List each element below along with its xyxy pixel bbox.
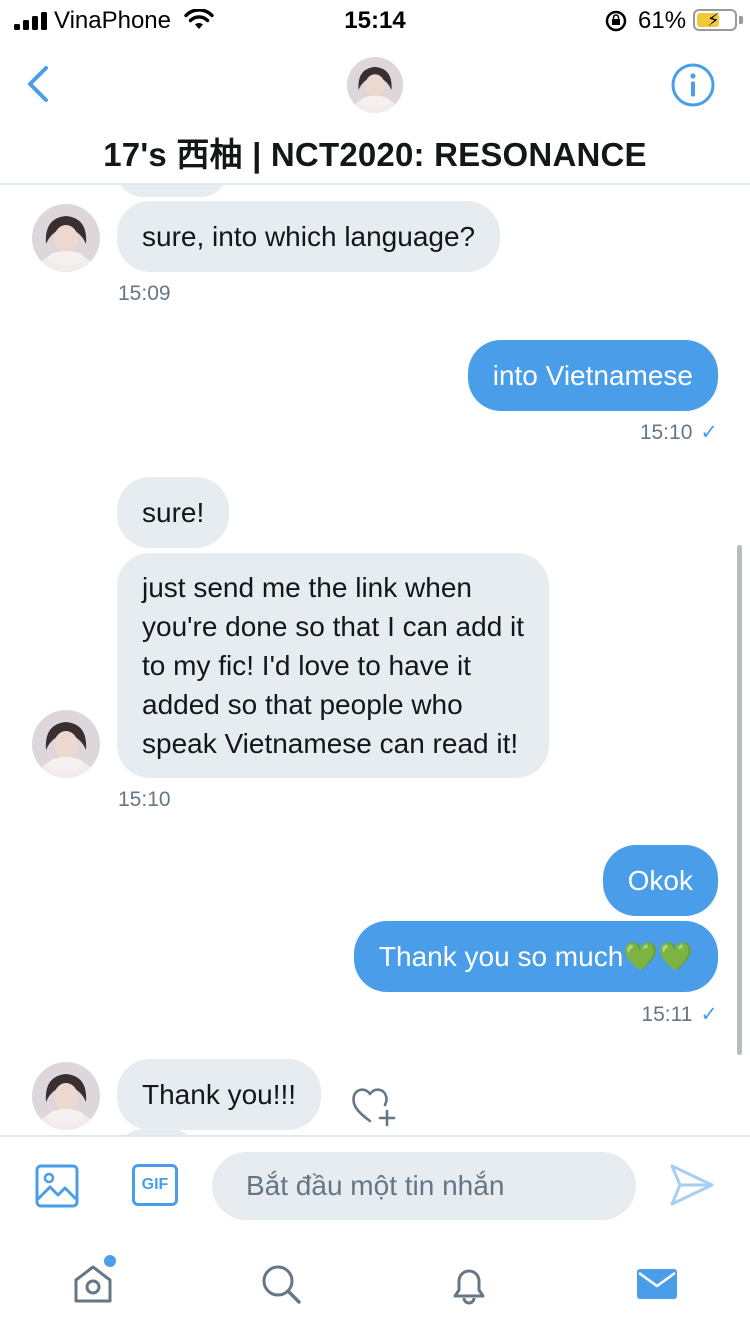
info-button[interactable] xyxy=(670,62,716,108)
message-line: speak Vietnamese can read it! xyxy=(142,728,519,759)
read-receipt-icon: ✓ xyxy=(700,1003,718,1026)
search-icon xyxy=(262,1265,301,1304)
back-chevron-icon xyxy=(28,66,48,102)
tab-messages[interactable] xyxy=(635,1262,679,1306)
home-icon xyxy=(74,1265,112,1303)
message-timestamp: 15:11 ✓ xyxy=(641,1002,718,1027)
message-list[interactable]: sure, into which language? 15:09 into Vi… xyxy=(0,185,750,1135)
tab-notifications[interactable] xyxy=(447,1262,491,1306)
conversation-avatar[interactable] xyxy=(347,57,403,113)
scrollbar[interactable] xyxy=(737,545,742,1055)
message-line: just send me the link when xyxy=(142,572,472,603)
message-bubble[interactable]: Thank you!!! xyxy=(117,1059,322,1130)
gif-icon: GIF xyxy=(141,1176,169,1193)
read-receipt-icon: ✓ xyxy=(700,421,718,444)
avatar[interactable] xyxy=(32,1062,100,1130)
message-bubble[interactable]: sure! xyxy=(117,477,230,548)
message-bubble[interactable]: sure, into which language? xyxy=(117,201,501,272)
battery-charging-icon: ⚡ xyxy=(693,9,737,31)
timestamp-text: 15:10 xyxy=(639,421,693,444)
tab-home[interactable] xyxy=(71,1262,115,1306)
message-timestamp: 15:10 xyxy=(118,788,171,811)
messages-icon xyxy=(637,1269,677,1299)
send-button[interactable] xyxy=(668,1162,716,1208)
conversation-title: 17's 西柚 | NCT2020: RESONANCE xyxy=(103,136,647,173)
avatar[interactable] xyxy=(32,710,100,778)
message-line: to my fic! I'd love to have it xyxy=(142,650,472,681)
message-timestamp: 15:09 xyxy=(118,282,171,305)
new-content-indicator xyxy=(104,1255,116,1267)
notifications-icon xyxy=(453,1269,485,1305)
gif-button[interactable]: GIF xyxy=(132,1164,178,1206)
heart-plus-icon xyxy=(352,1088,396,1127)
back-button[interactable] xyxy=(22,62,58,106)
battery-percent: 61% xyxy=(638,7,687,34)
message-line: added so that people who xyxy=(142,689,463,720)
add-photo-button[interactable] xyxy=(34,1163,80,1209)
message-bubble[interactable]: Thank you so much💚💚 xyxy=(353,921,718,992)
send-icon xyxy=(670,1164,714,1206)
timestamp-text: 15:11 xyxy=(641,1003,693,1026)
message-bubble-long[interactable]: just send me the link when you're done s… xyxy=(117,553,550,778)
status-bar: VinaPhone 15:14 61% ⚡ xyxy=(0,0,750,42)
info-icon xyxy=(671,63,715,107)
message-input[interactable] xyxy=(212,1152,636,1220)
tab-search[interactable] xyxy=(259,1262,303,1306)
composer-divider xyxy=(0,1135,750,1137)
message-timestamp: 15:10 ✓ xyxy=(640,420,718,445)
message-bubble[interactable]: into Vietnamese xyxy=(467,340,718,411)
avatar[interactable] xyxy=(32,204,100,272)
message-bubble[interactable]: Okok xyxy=(602,845,718,916)
message-bubble-clipped xyxy=(117,185,227,197)
image-icon xyxy=(35,1164,79,1208)
orientation-lock-icon xyxy=(605,10,627,32)
add-reaction-button[interactable] xyxy=(350,1083,400,1129)
battery-nub xyxy=(739,16,743,24)
message-line: you're done so that I can add it xyxy=(142,611,525,642)
